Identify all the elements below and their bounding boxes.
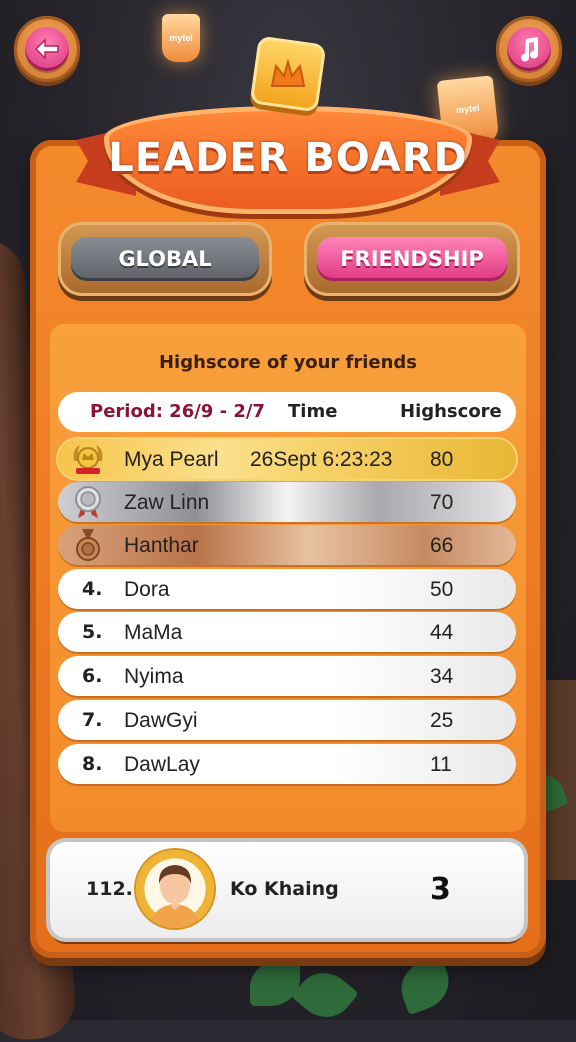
player-name: Nyima xyxy=(124,665,184,688)
silver-medal-icon xyxy=(75,486,101,518)
player-score: 66 xyxy=(430,534,454,557)
table-header: Period: 26/9 - 2/7 Time Highscore xyxy=(58,392,516,432)
music-toggle-button[interactable] xyxy=(496,16,562,82)
player-name: Mya Pearl xyxy=(124,448,219,471)
table-row: Zaw Linn 70 xyxy=(58,482,516,522)
player-name: Hanthar xyxy=(124,534,199,557)
tab-friendship-frame: FRIENDSHIP xyxy=(304,222,520,296)
sky-lantern: mytel xyxy=(162,14,200,62)
player-score: 50 xyxy=(430,578,454,601)
player-name: DawGyi xyxy=(124,709,198,732)
tab-global[interactable]: GLOBAL xyxy=(70,237,260,281)
player-name: DawLay xyxy=(124,753,200,776)
back-button[interactable] xyxy=(14,16,80,82)
music-note-icon xyxy=(507,27,551,71)
table-row: 5. MaMa 44 xyxy=(58,612,516,652)
player-rank: 6. xyxy=(82,665,103,687)
player-time: 26Sept 6:23:23 xyxy=(250,448,393,471)
player-score: 70 xyxy=(430,491,454,514)
table-row: Hanthar 66 xyxy=(58,525,516,565)
player-name: MaMa xyxy=(124,621,183,644)
current-user-rank: 112. xyxy=(86,878,133,900)
player-score: 34 xyxy=(430,665,454,688)
table-row: 7. DawGyi 25 xyxy=(58,700,516,740)
time-column-header: Time xyxy=(288,401,338,422)
current-user-name: Ko Khaing xyxy=(230,878,339,900)
player-score: 80 xyxy=(430,448,454,471)
avatar xyxy=(136,850,214,928)
player-name: Zaw Linn xyxy=(124,491,210,514)
player-rank: 5. xyxy=(82,621,103,643)
player-rank: 4. xyxy=(82,578,103,600)
player-name: Dora xyxy=(124,578,170,601)
player-score: 25 xyxy=(430,709,454,732)
gold-medal-icon xyxy=(73,445,103,474)
bronze-medal-icon xyxy=(76,529,100,561)
table-row: 6. Nyima 34 xyxy=(58,656,516,696)
period-label: Period: 26/9 - 2/7 xyxy=(90,401,265,422)
tab-global-frame: GLOBAL xyxy=(58,222,272,296)
table-row: 8. DawLay 11 xyxy=(58,744,516,784)
player-rank: 7. xyxy=(82,709,103,731)
tab-friendship[interactable]: FRIENDSHIP xyxy=(316,237,508,281)
table-row: Mya Pearl 26Sept 6:23:23 80 xyxy=(58,439,516,479)
panel-heading: Highscore of your friends xyxy=(158,352,418,373)
table-row: 4. Dora 50 xyxy=(58,569,516,609)
player-rank: 8. xyxy=(82,753,103,775)
player-score: 11 xyxy=(430,753,452,776)
current-user-score: 3 xyxy=(430,872,451,907)
back-arrow-icon xyxy=(25,27,69,71)
current-user-card: 112. Ko Khaing 3 xyxy=(50,842,524,938)
page-title: LEADER BOARD xyxy=(108,135,468,181)
crown-badge-icon xyxy=(249,35,327,113)
highscore-column-header: Highscore xyxy=(400,401,502,422)
player-score: 44 xyxy=(430,621,454,644)
